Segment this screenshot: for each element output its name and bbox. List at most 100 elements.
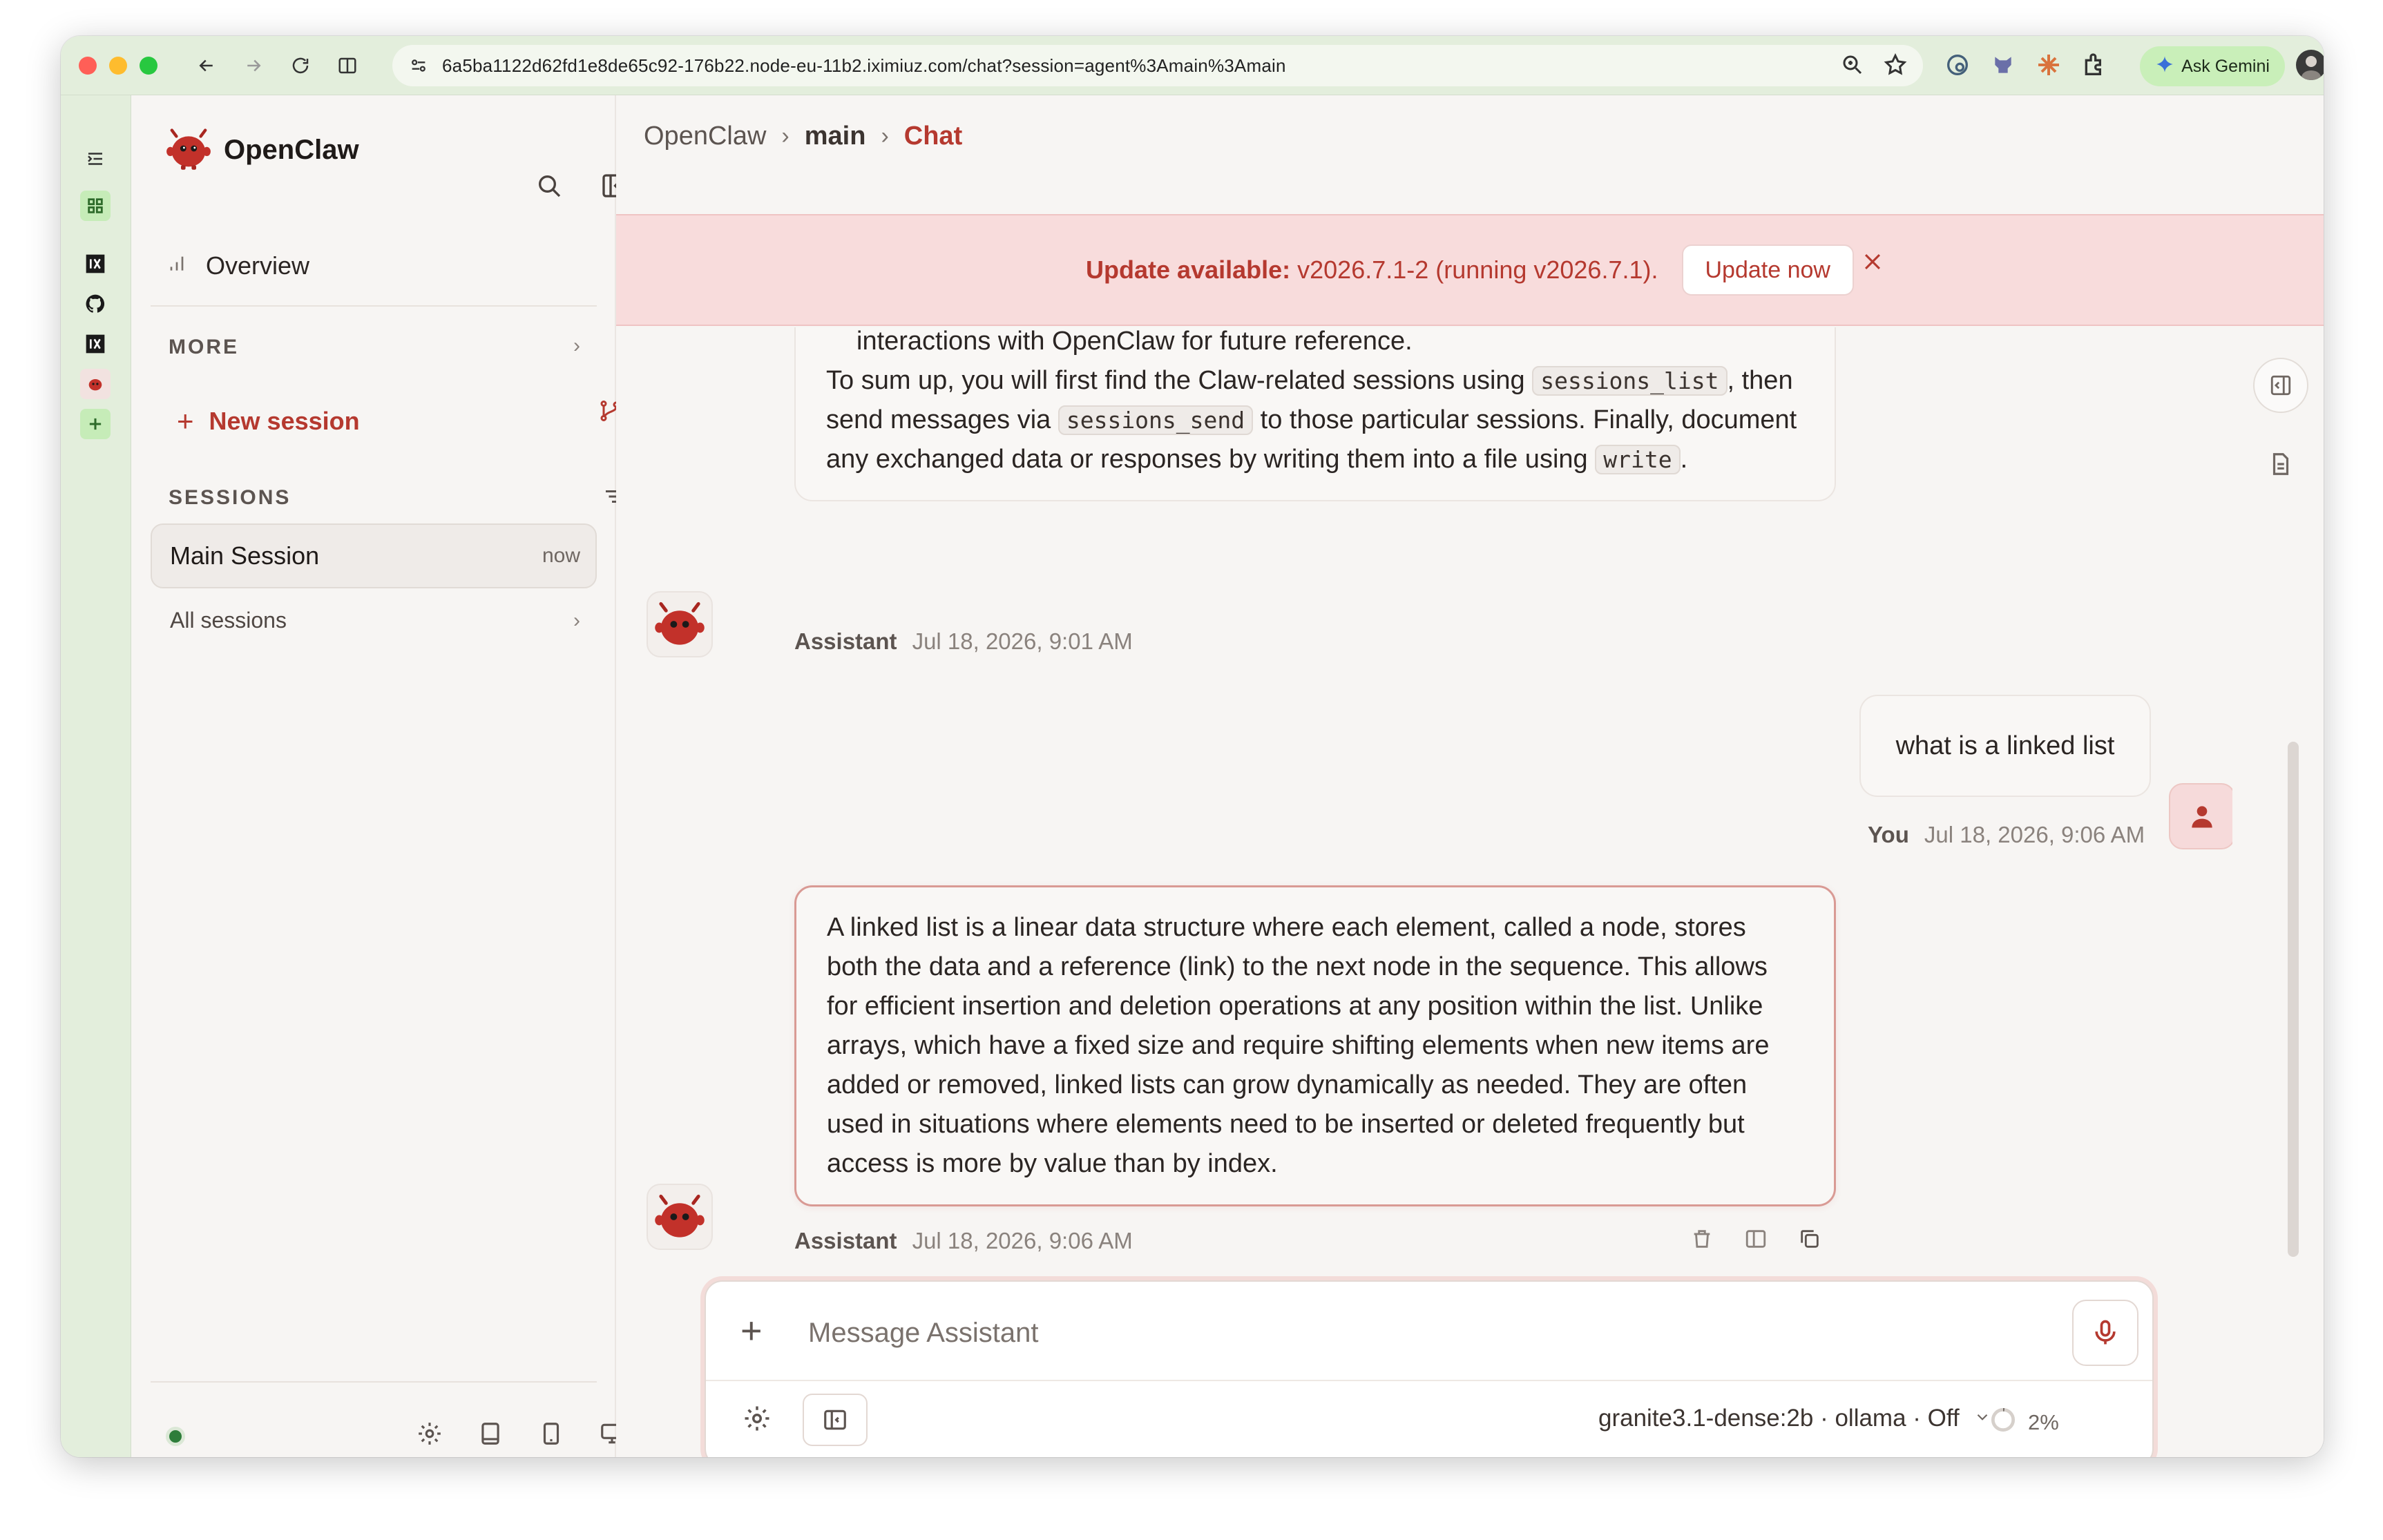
browser-window: 6a5ba1122d62fd1e8de65c92-176b22.node-eu-…: [61, 36, 2324, 1457]
update-now-button[interactable]: Update now: [1681, 244, 1854, 296]
extensions-puzzle-icon[interactable]: [2080, 51, 2108, 82]
maximize-window-button[interactable]: [140, 56, 157, 75]
session-title: Main Session: [170, 541, 320, 570]
close-window-button[interactable]: [79, 56, 97, 75]
book-icon[interactable]: [475, 1418, 506, 1449]
composer-divider: [706, 1380, 2152, 1381]
attach-button[interactable]: +: [740, 1309, 763, 1352]
chat-scrollbar[interactable]: [2288, 742, 2299, 1257]
message-meta: Assistant Jul 18, 2026, 9:06 AM: [794, 1228, 1133, 1254]
user-icon: [2169, 783, 2232, 849]
breadcrumb-separator: ›: [881, 123, 889, 149]
openclaw-app-icon[interactable]: [80, 369, 111, 399]
iximiuz-icon[interactable]: [80, 249, 111, 279]
user-message-meta: You Jul 18, 2026, 9:06 AM: [1868, 822, 2145, 848]
reload-icon[interactable]: [287, 52, 314, 79]
nav-overview[interactable]: Overview: [166, 251, 309, 280]
session-time: now: [542, 544, 580, 567]
reader-icon[interactable]: [334, 52, 361, 79]
apps-grid-icon[interactable]: [80, 191, 111, 221]
extension-c-icon[interactable]: [2035, 51, 2063, 82]
breadcrumb: OpenClaw › main › Chat: [644, 122, 962, 151]
session-item-main[interactable]: Main Session now: [151, 523, 597, 588]
main-panel: OpenClaw › main › Chat Update available:…: [616, 95, 2324, 1457]
address-bar-actions: [1840, 52, 1908, 81]
zoom-icon[interactable]: [1840, 52, 1865, 81]
window-controls: [79, 56, 157, 75]
new-session-button[interactable]: + New session: [177, 405, 360, 438]
model-label: granite3.1-dense:2b · ollama · Off: [1598, 1405, 1960, 1432]
message-time: Jul 18, 2026, 9:06 AM: [912, 1228, 1133, 1253]
message-text: A linked list is a linear data structure…: [827, 913, 1770, 1178]
code-sessions-list: sessions_list: [1532, 366, 1728, 396]
update-message: Update available: v2026.7.1-2 (running v…: [1086, 256, 1658, 285]
plus-icon: +: [177, 405, 194, 437]
assistant-message-selected: A linked list is a linear data structure…: [794, 885, 1836, 1206]
assistant-avatar: [647, 591, 713, 657]
sidebar: OpenClaw Overview MORE › + New session S…: [131, 95, 626, 1457]
update-banner: Update available: v2026.7.1-2 (running v…: [616, 214, 2324, 326]
extension-b-icon[interactable]: [1989, 51, 2017, 82]
brand-name: OpenClaw: [224, 135, 359, 165]
code-write: write: [1595, 445, 1681, 474]
panel-icon[interactable]: [1742, 1225, 1770, 1253]
ask-gemini-button[interactable]: Ask Gemini: [2140, 46, 2285, 86]
new-session-label: New session: [209, 407, 360, 435]
browser-toolbar: 6a5ba1122d62fd1e8de65c92-176b22.node-eu-…: [61, 36, 2324, 95]
bookmark-star-icon[interactable]: [1883, 52, 1908, 81]
forward-icon[interactable]: [240, 52, 267, 79]
back-icon[interactable]: [193, 52, 220, 79]
breadcrumb-root[interactable]: OpenClaw: [644, 122, 766, 151]
more-chevron-icon[interactable]: ›: [573, 334, 580, 358]
toggle-panel-icon[interactable]: [803, 1394, 868, 1446]
all-sessions-link[interactable]: All sessions: [170, 608, 287, 633]
close-icon[interactable]: [1855, 244, 1890, 279]
sidebar-footer-icons: [414, 1418, 627, 1449]
profile-avatar[interactable]: [2296, 50, 2324, 80]
mic-icon[interactable]: [2072, 1300, 2138, 1366]
message-author: You: [1868, 822, 1909, 847]
overview-label: Overview: [206, 251, 310, 280]
copy-icon[interactable]: [1796, 1225, 1824, 1253]
gear-icon[interactable]: [414, 1418, 445, 1449]
assistant-avatar: [647, 1184, 713, 1250]
github-icon[interactable]: [80, 289, 111, 319]
message-line: interactions with OpenClaw for future re…: [856, 327, 1413, 356]
message-time: Jul 18, 2026, 9:01 AM: [912, 628, 1133, 654]
composer-settings-icon[interactable]: [738, 1399, 776, 1438]
message-time: Jul 18, 2026, 9:06 AM: [1924, 822, 2145, 847]
site-settings-icon[interactable]: [406, 53, 431, 78]
add-app-icon[interactable]: [80, 409, 111, 439]
message-actions: [1688, 1225, 1824, 1253]
user-message: what is a linked list: [1859, 695, 2151, 797]
address-bar[interactable]: 6a5ba1122d62fd1e8de65c92-176b22.node-eu-…: [392, 45, 1923, 86]
more-section[interactable]: MORE: [169, 336, 239, 359]
document-icon[interactable]: [2253, 436, 2308, 492]
expand-rail-icon[interactable]: [80, 144, 111, 174]
ask-gemini-label: Ask Gemini: [2181, 56, 2270, 76]
message-author: Assistant: [794, 628, 897, 654]
all-sessions-chevron-icon[interactable]: ›: [573, 609, 580, 633]
model-select[interactable]: granite3.1-dense:2b · ollama · Off: [1598, 1405, 1991, 1432]
extension-a-icon[interactable]: [1944, 51, 1971, 82]
brand[interactable]: OpenClaw: [166, 126, 359, 175]
minimize-window-button[interactable]: [109, 56, 127, 75]
message-paragraph: To sum up, you will first find the Claw-…: [826, 361, 1804, 479]
trash-icon[interactable]: [1688, 1225, 1716, 1253]
breadcrumb-main[interactable]: main: [805, 122, 866, 151]
text-span: To sum up, you will first find the Claw-…: [826, 366, 1533, 395]
iximiuz-labs-icon[interactable]: [80, 329, 111, 359]
search-icon[interactable]: [532, 169, 566, 203]
update-version-text: v2026.7.1-2 (running v2026.7.1).: [1290, 256, 1658, 284]
expand-panel-icon[interactable]: [2253, 358, 2308, 413]
app-rail: [61, 95, 131, 1457]
openclaw-logo-icon: [166, 126, 211, 175]
assistant-message: interactions with OpenClaw for future re…: [794, 327, 1836, 501]
message-composer: + Message Assistant granite3.1-dense:2b …: [705, 1280, 2154, 1457]
tablet-icon[interactable]: [536, 1418, 566, 1449]
message-meta: Assistant Jul 18, 2026, 9:01 AM: [794, 628, 1133, 655]
message-input[interactable]: Message Assistant: [808, 1318, 1039, 1349]
update-prefix: Update available:: [1086, 256, 1291, 284]
context-percent: 2%: [2028, 1410, 2059, 1434]
gemini-sparkle-icon: [2155, 55, 2174, 79]
